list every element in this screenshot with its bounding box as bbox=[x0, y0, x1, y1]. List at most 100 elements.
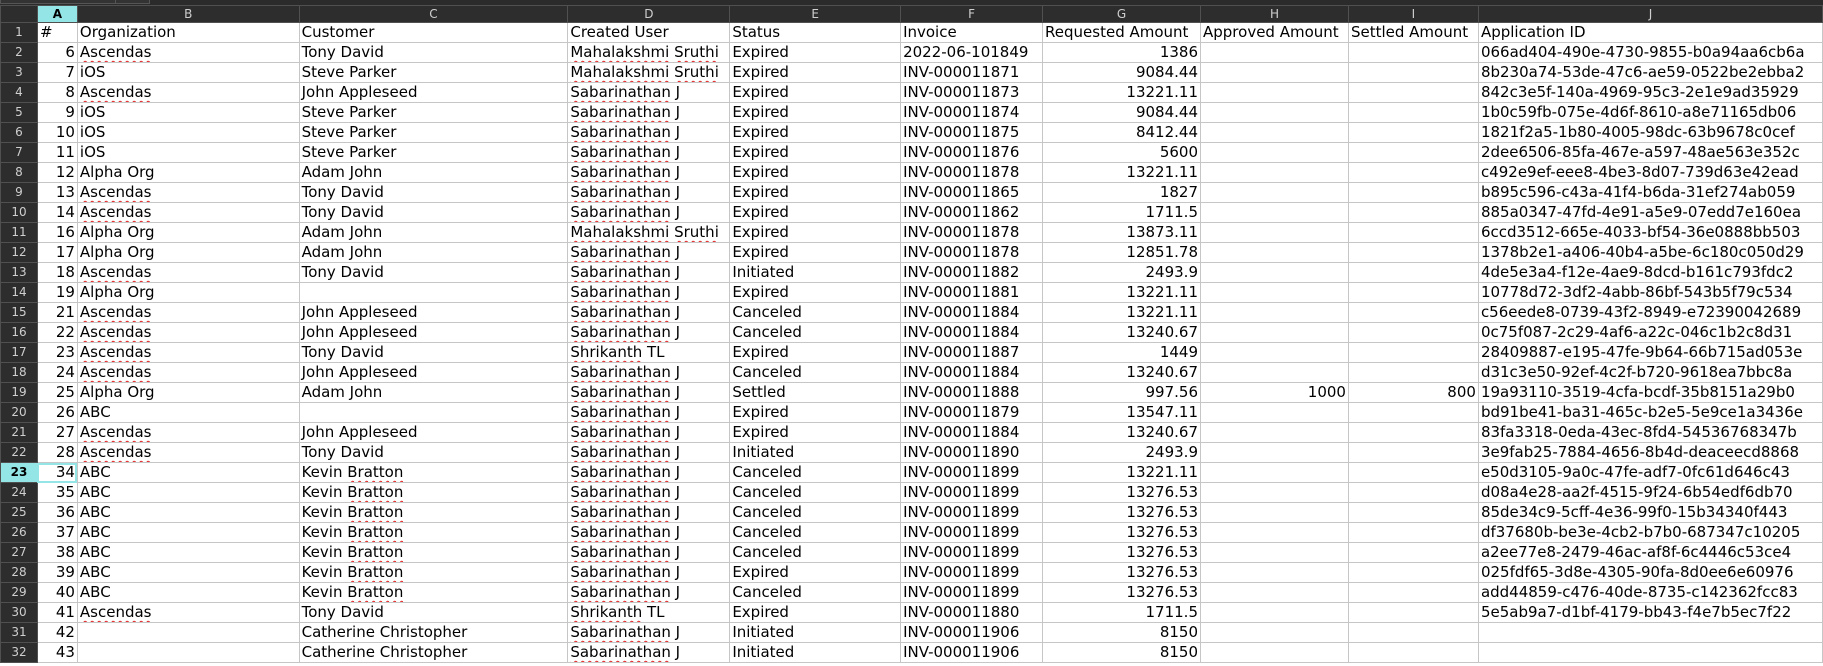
cell-settled-amount[interactable] bbox=[1347, 102, 1479, 123]
cell-created-user[interactable]: Sabarinathan J bbox=[567, 182, 731, 203]
cell-created-user[interactable]: Sabarinathan J bbox=[567, 102, 731, 123]
cell-approved-amount[interactable] bbox=[1200, 102, 1349, 123]
column-header-g[interactable]: G bbox=[1042, 5, 1201, 23]
cell-number[interactable]: 35 bbox=[36, 482, 78, 503]
cell-application-id[interactable]: e50d3105-9a0c-47fe-adf7-0fc61d646c43 bbox=[1477, 462, 1823, 483]
cell-requested-amount[interactable]: 12851.78 bbox=[1042, 242, 1201, 263]
cell-number[interactable]: 8 bbox=[36, 82, 78, 103]
cell-settled-amount[interactable] bbox=[1347, 542, 1479, 563]
row-header[interactable]: 29 bbox=[0, 582, 38, 603]
cell-invoice[interactable]: INV-000011899 bbox=[900, 462, 1044, 483]
row-header[interactable]: 1 bbox=[0, 22, 38, 43]
cell-organization[interactable]: ABC bbox=[76, 482, 300, 503]
row-header[interactable]: 16 bbox=[0, 322, 38, 343]
cell-status[interactable]: Canceled bbox=[729, 482, 902, 503]
cell-requested-amount[interactable]: 2493.9 bbox=[1042, 262, 1201, 283]
cell-application-id[interactable]: add44859-c476-40de-8735-c142362fcc83 bbox=[1477, 582, 1823, 603]
cell-organization[interactable]: iOS bbox=[76, 102, 300, 123]
cell-organization[interactable]: ABC bbox=[76, 562, 300, 583]
cell-settled-amount[interactable] bbox=[1347, 242, 1479, 263]
cell-invoice[interactable]: INV-000011878 bbox=[900, 162, 1044, 183]
cell-customer[interactable]: Tony David bbox=[298, 602, 569, 623]
cell-settled-amount[interactable] bbox=[1347, 582, 1479, 603]
cell-application-id[interactable]: 066ad404-490e-4730-9855-b0a94aa6cb6a bbox=[1477, 42, 1823, 63]
cell-created-user[interactable]: Sabarinathan J bbox=[567, 562, 731, 583]
cell-created-user[interactable]: Sabarinathan J bbox=[567, 82, 731, 103]
cell-customer[interactable]: John Appleseed bbox=[298, 322, 569, 343]
cell-application-id[interactable]: 6ccd3512-665e-4033-bf54-36e0888bb503 bbox=[1477, 222, 1823, 243]
cell-created-user[interactable]: Mahalakshmi Sruthi bbox=[567, 42, 731, 63]
cell-customer[interactable]: John Appleseed bbox=[298, 362, 569, 383]
cell-created-user[interactable]: Sabarinathan J bbox=[567, 202, 731, 223]
cell-approved-amount[interactable] bbox=[1200, 562, 1349, 583]
cell-invoice[interactable]: INV-000011884 bbox=[900, 362, 1044, 383]
cell-status[interactable]: Initiated bbox=[729, 442, 902, 463]
cell-invoice[interactable]: INV-000011874 bbox=[900, 102, 1044, 123]
row-header[interactable]: 32 bbox=[0, 642, 38, 663]
header-cell-approved-amount[interactable]: Approved Amount bbox=[1200, 22, 1349, 43]
cell-number[interactable]: 10 bbox=[36, 122, 78, 143]
cell-approved-amount[interactable] bbox=[1200, 42, 1349, 63]
cell-requested-amount[interactable]: 13276.53 bbox=[1042, 582, 1201, 603]
cell-organization[interactable]: iOS bbox=[76, 142, 300, 163]
cell-requested-amount[interactable]: 1386 bbox=[1042, 42, 1201, 63]
cell-organization[interactable]: Ascendas bbox=[76, 182, 300, 203]
cell-customer[interactable]: Kevin Bratton bbox=[298, 522, 569, 543]
cell-invoice[interactable]: INV-000011879 bbox=[900, 402, 1044, 423]
cell-customer[interactable]: Adam John bbox=[298, 242, 569, 263]
cell-settled-amount[interactable]: 800 bbox=[1347, 382, 1479, 403]
cell-requested-amount[interactable]: 13873.11 bbox=[1042, 222, 1201, 243]
cell-number[interactable]: 28 bbox=[36, 442, 78, 463]
cell-application-id[interactable]: 19a93110-3519-4cfa-bcdf-35b8151a29b0 bbox=[1477, 382, 1823, 403]
header-cell-application-id[interactable]: Application ID bbox=[1477, 22, 1823, 43]
cell-requested-amount[interactable]: 8150 bbox=[1042, 642, 1201, 663]
cell-created-user[interactable]: Sabarinathan J bbox=[567, 262, 731, 283]
cell-approved-amount[interactable] bbox=[1200, 642, 1349, 663]
cell-number[interactable]: 11 bbox=[36, 142, 78, 163]
cell-requested-amount[interactable]: 1449 bbox=[1042, 342, 1201, 363]
cell-application-id[interactable]: a2ee77e8-2479-46ac-af8f-6c4446c53ce4 bbox=[1477, 542, 1823, 563]
cell-created-user[interactable]: Shrikanth TL bbox=[567, 342, 731, 363]
cell-requested-amount[interactable]: 13221.11 bbox=[1042, 302, 1201, 323]
cell-status[interactable]: Expired bbox=[729, 222, 902, 243]
cell-application-id[interactable]: 842c3e5f-140a-4969-95c3-2e1e9ad35929 bbox=[1477, 82, 1823, 103]
cell-approved-amount[interactable] bbox=[1200, 602, 1349, 623]
cell-invoice[interactable]: INV-000011865 bbox=[900, 182, 1044, 203]
cell-requested-amount[interactable]: 8412.44 bbox=[1042, 122, 1201, 143]
cell-organization[interactable]: Ascendas bbox=[76, 342, 300, 363]
cell-customer[interactable]: Catherine Christopher bbox=[298, 622, 569, 643]
cell-number[interactable]: 16 bbox=[36, 222, 78, 243]
cell-settled-amount[interactable] bbox=[1347, 62, 1479, 83]
cell-requested-amount[interactable]: 8150 bbox=[1042, 622, 1201, 643]
cell-application-id[interactable]: 885a0347-47fd-4e91-a5e9-07edd7e160ea bbox=[1477, 202, 1823, 223]
cell-created-user[interactable]: Sabarinathan J bbox=[567, 402, 731, 423]
cell-organization[interactable]: Ascendas bbox=[76, 202, 300, 223]
row-header[interactable]: 10 bbox=[0, 202, 38, 223]
cell-status[interactable]: Expired bbox=[729, 142, 902, 163]
row-header[interactable]: 4 bbox=[0, 82, 38, 103]
cell-requested-amount[interactable]: 13276.53 bbox=[1042, 502, 1201, 523]
cell-settled-amount[interactable] bbox=[1347, 622, 1479, 643]
cell-number[interactable]: 40 bbox=[36, 582, 78, 603]
cell-created-user[interactable]: Sabarinathan J bbox=[567, 462, 731, 483]
cell-invoice[interactable]: 2022-06-101849 bbox=[900, 42, 1044, 63]
row-header[interactable]: 14 bbox=[0, 282, 38, 303]
cell-invoice[interactable]: INV-000011899 bbox=[900, 542, 1044, 563]
cell-number[interactable]: 36 bbox=[36, 502, 78, 523]
cell-approved-amount[interactable] bbox=[1200, 162, 1349, 183]
spreadsheet-grid[interactable]: ABCDEFGHIJ 1 # Organization Customer Created… bbox=[0, 5, 1823, 663]
cell-settled-amount[interactable] bbox=[1347, 82, 1479, 103]
cell-status[interactable]: Canceled bbox=[729, 462, 902, 483]
cell-customer[interactable]: Steve Parker bbox=[298, 142, 569, 163]
cell-invoice[interactable]: INV-000011884 bbox=[900, 322, 1044, 343]
column-header-e[interactable]: E bbox=[729, 5, 902, 23]
cell-customer[interactable]: Kevin Bratton bbox=[298, 582, 569, 603]
cell-customer[interactable]: Tony David bbox=[298, 342, 569, 363]
cell-settled-amount[interactable] bbox=[1347, 262, 1479, 283]
cell-number[interactable]: 22 bbox=[36, 322, 78, 343]
cell-requested-amount[interactable]: 13276.53 bbox=[1042, 522, 1201, 543]
cell-invoice[interactable]: INV-000011880 bbox=[900, 602, 1044, 623]
cell-invoice[interactable]: INV-000011906 bbox=[900, 642, 1044, 663]
cell-invoice[interactable]: INV-000011899 bbox=[900, 582, 1044, 603]
cell-application-id[interactable]: 4de5e3a4-f12e-4ae9-8dcd-b161c793fdc2 bbox=[1477, 262, 1823, 283]
